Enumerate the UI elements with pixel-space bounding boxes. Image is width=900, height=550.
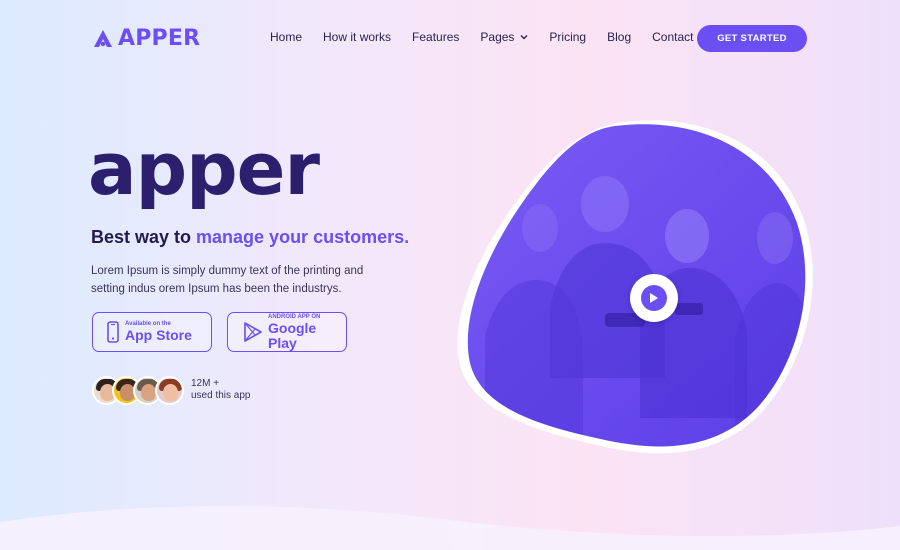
logo-text: APPER [118,26,201,51]
users-count: 12M + used this app [191,378,251,402]
nav-pages[interactable]: Pages [480,30,528,44]
users-count-label: used this app [191,390,251,401]
get-started-button[interactable]: GET STARTED [697,25,807,52]
avatar-group [92,376,188,406]
nav-blog[interactable]: Blog [607,30,631,44]
chevron-down-icon [520,35,528,40]
avatar [155,376,184,405]
nav-contact[interactable]: Contact [652,30,693,44]
app-store-label: App Store [125,327,192,343]
nav-features[interactable]: Features [412,30,459,44]
hero-description: Lorem Ipsum is simply dummy text of the … [91,265,364,295]
play-video-button[interactable] [630,274,678,322]
tagline-plain: Best way to [91,227,197,247]
google-play-button[interactable]: ANDROID APP ON Google Play [227,312,347,352]
logo[interactable]: APPER [92,26,200,51]
nav-home-label: Home [270,30,303,44]
google-play-icon [244,322,262,342]
phone-icon [107,321,119,343]
bottom-wave [0,506,900,550]
hero-title: apper [88,127,320,211]
users-count-number: 12M + [191,378,220,389]
nav-pages-label: Pages [480,30,515,44]
nav-contact-label: Contact [652,30,694,44]
nav-pricing-label: Pricing [549,30,587,44]
google-play-label: Google Play [268,319,317,351]
nav-blog-label: Blog [607,30,632,44]
main-nav: Home How it works Features Pages Pricing… [270,30,715,44]
play-icon [641,285,667,311]
nav-home[interactable]: Home [270,30,302,44]
logo-icon [94,29,112,47]
tagline-accent: manage your customers. [196,227,410,247]
app-store-button[interactable]: Available on the App Store [92,312,212,352]
nav-pricing[interactable]: Pricing [549,30,586,44]
nav-how-it-works[interactable]: How it works [323,30,391,44]
nav-how-it-works-label: How it works [323,30,392,44]
site-header: APPER Home How it works Features Pages P… [0,0,900,76]
hero-tagline: Best way to manage your customers. [91,227,409,248]
nav-features-label: Features [412,30,460,44]
